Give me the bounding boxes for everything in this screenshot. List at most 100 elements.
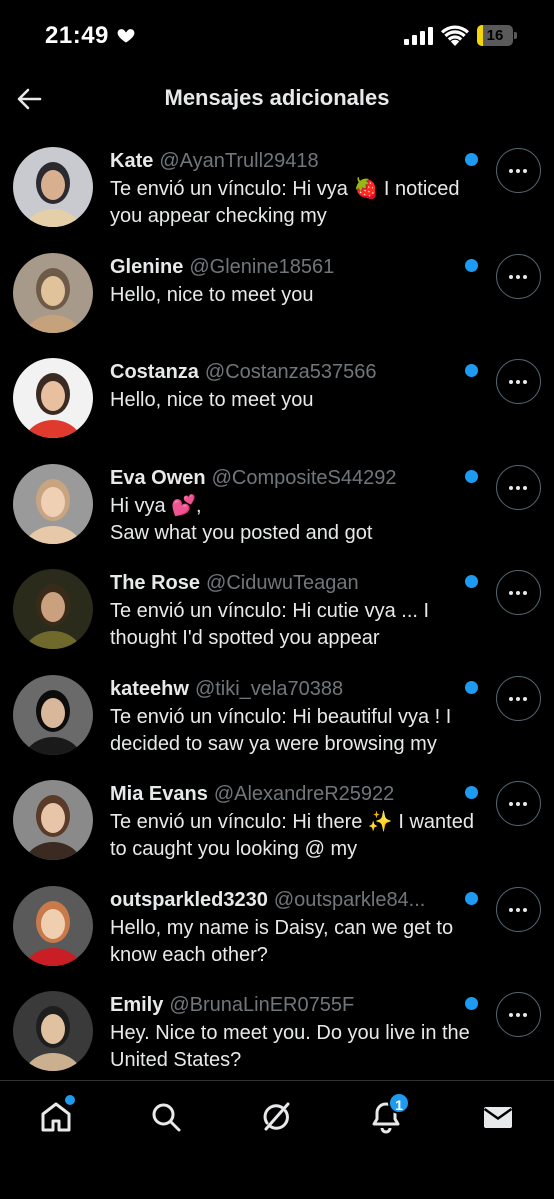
more-dot-icon xyxy=(522,907,527,912)
unread-dot xyxy=(465,153,478,166)
search-icon xyxy=(152,1103,181,1132)
status-time: 21:49 xyxy=(45,22,109,49)
sender-name: Glenine xyxy=(110,255,184,278)
avatar[interactable] xyxy=(13,674,93,755)
more-dot-icon xyxy=(508,907,513,912)
sender-line: Costanza @Costanza537566 xyxy=(110,360,482,384)
nav-notifications[interactable]: 1 xyxy=(368,1092,410,1135)
avatar[interactable] xyxy=(13,780,93,860)
sender-name: Costanza xyxy=(110,361,199,383)
more-options-button[interactable] xyxy=(496,148,541,193)
message-row[interactable]: Costanza @Costanza537566 Hello, nice to me… xyxy=(0,351,554,456)
more-dot-icon xyxy=(515,169,520,173)
page-title: Mensajes adicionales xyxy=(164,85,390,110)
battery-level: 16 xyxy=(486,27,504,44)
message-preview: Te envió un vínculo: Hi beautiful vya ! … xyxy=(110,705,452,755)
avatar[interactable] xyxy=(13,885,93,966)
more-dot-icon xyxy=(508,169,513,173)
signal-icon xyxy=(404,27,433,45)
wifi-icon xyxy=(441,25,469,46)
grok-icon xyxy=(263,1102,290,1131)
more-dot-icon xyxy=(515,802,520,806)
more-dot-icon xyxy=(515,485,520,490)
more-dot-icon xyxy=(515,1013,520,1017)
nav-home[interactable] xyxy=(38,1095,75,1135)
sender-name: Mia Evans xyxy=(110,783,208,805)
more-dot-icon xyxy=(522,169,527,173)
sender-line: Emily @BrunaLinER0755F xyxy=(110,993,482,1017)
more-options-button[interactable] xyxy=(496,359,541,404)
message-preview: Hello, nice to meet you xyxy=(110,389,314,411)
nav-grok[interactable] xyxy=(258,1099,294,1135)
sender-line: Mia Evans @AlexandreR25922 xyxy=(110,782,482,806)
more-options-button[interactable] xyxy=(496,675,541,721)
sender-handle: @tiki_vela70388 xyxy=(194,677,344,700)
more-dot-icon xyxy=(522,380,527,384)
unread-dot xyxy=(465,364,478,377)
more-dot-icon xyxy=(508,591,513,595)
message-row[interactable]: outsparkled3230 @outsparkle84... Hello, my… xyxy=(0,879,554,984)
message-row[interactable]: kateehw @tiki_vela70388 Te envió un víncul… xyxy=(0,668,554,773)
sender-line: The Rose @CiduwuTeagan xyxy=(110,571,482,595)
unread-dot xyxy=(465,575,478,588)
more-dot-icon xyxy=(508,380,513,384)
heart-icon xyxy=(117,29,135,43)
message-preview: Te envió un vínculo: Hi there ✨ I wanted… xyxy=(110,811,474,860)
message-row[interactable]: Kate @AyanTrull29418 Te envió un vínculo: … xyxy=(0,140,554,245)
unread-dot xyxy=(465,997,478,1010)
more-dot-icon xyxy=(522,591,527,595)
notification-badge: 1 xyxy=(388,1092,410,1114)
status-bar: 21:49 16 xyxy=(0,0,554,70)
sender-name: kateehw xyxy=(110,677,189,700)
message-row[interactable]: Glenine @Glenine18561 Hello, nice to meet … xyxy=(0,246,554,351)
more-dot-icon xyxy=(522,696,527,701)
unread-dot xyxy=(465,469,478,483)
message-preview: Hi vya 💕, Saw what you posted and got xyxy=(110,494,373,544)
more-options-button[interactable] xyxy=(496,253,541,299)
message-preview: Hey. Nice to meet you. Do you live in th… xyxy=(110,1022,470,1071)
avatar[interactable] xyxy=(13,569,93,649)
avatar[interactable] xyxy=(13,147,93,227)
sender-handle: @AyanTrull29418 xyxy=(159,150,319,172)
nav-messages[interactable] xyxy=(480,1099,516,1135)
nav-search[interactable] xyxy=(148,1099,184,1135)
more-dot-icon xyxy=(522,485,527,490)
more-dot-icon xyxy=(515,380,520,384)
sender-name: The Rose xyxy=(110,572,201,594)
more-dot-icon xyxy=(515,274,520,279)
more-options-button[interactable] xyxy=(496,464,541,510)
avatar[interactable] xyxy=(13,252,93,333)
message-preview: Te envió un vínculo: Hi cutie vya ... I … xyxy=(110,600,430,649)
avatar[interactable] xyxy=(13,463,93,544)
sender-handle: @CompositeS44292 xyxy=(211,466,397,489)
avatar[interactable] xyxy=(13,991,93,1071)
sender-line: Eva Owen @CompositeS44292 xyxy=(110,466,482,490)
avatar[interactable] xyxy=(13,358,93,438)
more-dot-icon xyxy=(508,274,513,279)
mail-icon xyxy=(483,1107,513,1128)
battery-icon: 16 xyxy=(477,25,517,46)
sender-line: Kate @AyanTrull29418 xyxy=(110,149,482,173)
message-preview: Hello, nice to meet you xyxy=(110,283,314,306)
more-dot-icon xyxy=(522,1013,527,1017)
more-options-button[interactable] xyxy=(496,992,541,1037)
message-row[interactable]: Mia Evans @AlexandreR25922 Te envió un vín… xyxy=(0,773,554,878)
sender-line: outsparkled3230 @outsparkle84... xyxy=(110,888,482,912)
message-row[interactable]: Emily @BrunaLinER0755F Hey. Nice to meet y… xyxy=(0,984,554,1089)
sender-handle: @CiduwuTeagan xyxy=(206,572,359,594)
message-row[interactable]: Eva Owen @CompositeS44292 Hi vya 💕, Saw wh… xyxy=(0,457,554,562)
more-options-button[interactable] xyxy=(496,781,541,826)
sender-handle: @outsparkle84... xyxy=(273,888,426,911)
sender-name: outsparkled3230 xyxy=(110,888,268,911)
more-dot-icon xyxy=(522,274,527,279)
message-row[interactable]: The Rose @CiduwuTeagan Te envió un vínculo… xyxy=(0,562,554,667)
more-options-button[interactable] xyxy=(496,886,541,932)
bottom-nav: 1 xyxy=(0,1080,554,1199)
unread-dot xyxy=(465,891,478,905)
more-dot-icon xyxy=(515,696,520,701)
more-dot-icon xyxy=(515,591,520,595)
unread-dot xyxy=(465,258,478,272)
sender-handle: @BrunaLinER0755F xyxy=(169,994,355,1016)
more-dot-icon xyxy=(508,696,513,701)
more-options-button[interactable] xyxy=(496,570,541,615)
